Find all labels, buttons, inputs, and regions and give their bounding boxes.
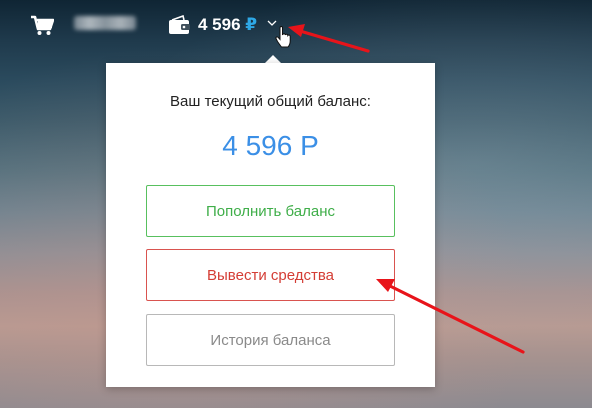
wallet-icon[interactable] bbox=[168, 15, 190, 35]
balance-history-button[interactable]: История баланса bbox=[146, 314, 395, 366]
shopping-cart-icon[interactable] bbox=[30, 14, 54, 36]
top-bar: 4 596 ₽ bbox=[0, 0, 592, 52]
balance-dropdown: Ваш текущий общий баланс: 4 596 Р Пополн… bbox=[106, 63, 435, 387]
ruble-currency-icon: ₽ bbox=[245, 15, 258, 34]
blurred-username[interactable] bbox=[74, 16, 136, 30]
withdraw-funds-button[interactable]: Вывести средства bbox=[146, 249, 395, 301]
header-balance-amount: 4 596 bbox=[198, 15, 241, 34]
header-balance[interactable]: 4 596 ₽ bbox=[198, 15, 257, 35]
topup-balance-button[interactable]: Пополнить баланс bbox=[146, 185, 395, 237]
hand-cursor-icon bbox=[275, 26, 291, 48]
current-balance-value: 4 596 Р bbox=[222, 130, 319, 161]
balance-heading: Ваш текущий общий баланс: bbox=[170, 93, 371, 110]
